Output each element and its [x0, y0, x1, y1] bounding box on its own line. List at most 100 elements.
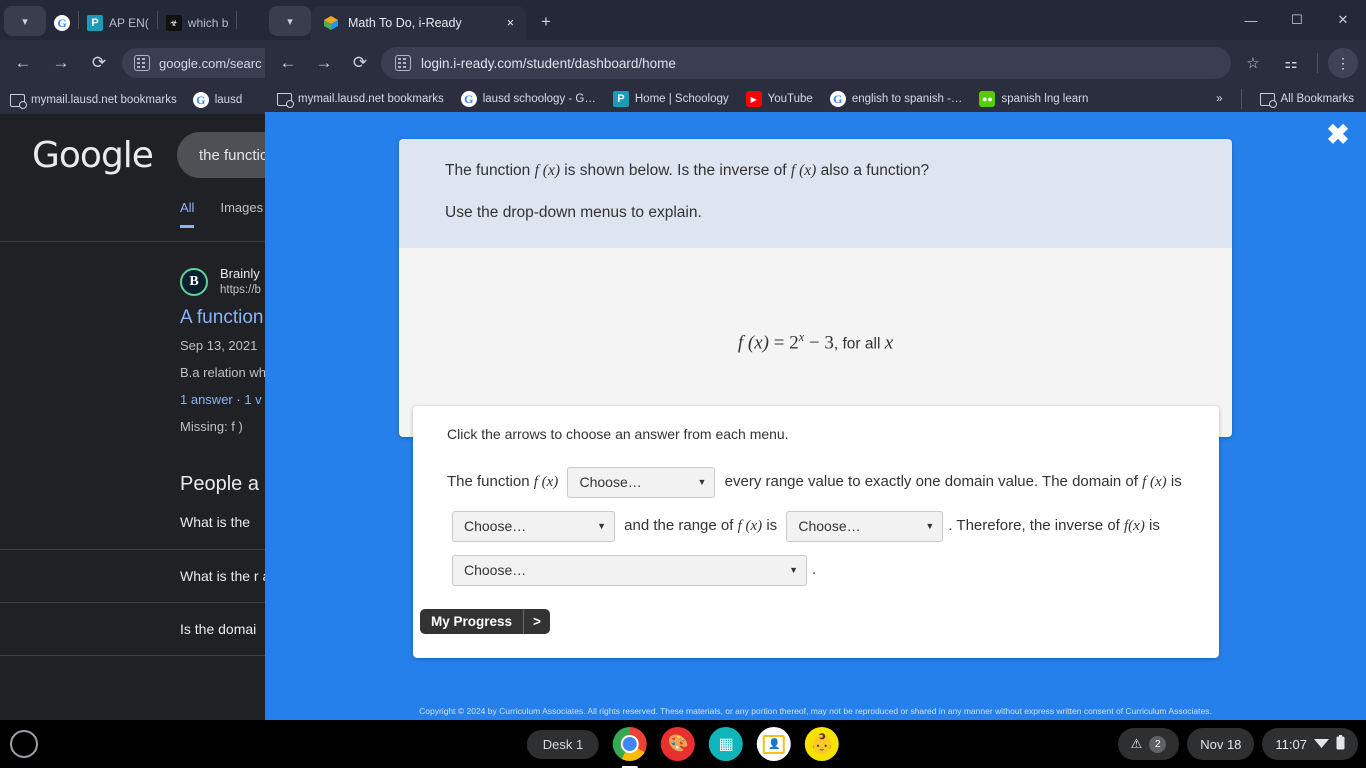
notification-status[interactable]: ⚠ 2: [1117, 728, 1180, 760]
foreground-browser-window[interactable]: ▾ Math To Do, i-Ready × + — ☐ ✕ ← → ⟳ lo…: [265, 0, 1366, 720]
brainly-icon: B: [180, 267, 208, 296]
answer-text-2: every range value to exactly one domain …: [720, 473, 1143, 490]
extensions-icon[interactable]: ⚏: [1275, 47, 1307, 79]
notification-count-badge: 2: [1149, 735, 1167, 753]
minimize-button[interactable]: —: [1228, 0, 1274, 40]
bookmark-mymail-label: mymail.lausd.net bookmarks: [298, 93, 444, 105]
dropdown-1[interactable]: Choose… ▼: [567, 466, 716, 498]
classroom-inner-icon: 👤: [763, 734, 786, 754]
my-progress-arrow-icon[interactable]: >: [523, 609, 550, 634]
maximize-button[interactable]: ☐: [1274, 0, 1320, 40]
forward-icon[interactable]: →: [309, 48, 339, 78]
fx-notation: f (x): [1142, 474, 1167, 490]
bookmark-youtube[interactable]: ▶ YouTube: [745, 91, 813, 107]
chrome-icon[interactable]: [613, 727, 648, 761]
tab-images[interactable]: Images: [220, 200, 263, 228]
answer-text-5: is: [762, 517, 782, 534]
result-site: Brainly https://b: [220, 266, 261, 298]
result-url: https://b: [220, 283, 261, 296]
formula-tail: , for all: [833, 335, 885, 353]
dropdown-2[interactable]: Choose… ▼: [452, 510, 615, 542]
chevron-down-icon: ▼: [789, 565, 798, 576]
bookmark-spanish-lng-learn-label: spanish lng learn: [1001, 93, 1089, 105]
paint-icon[interactable]: 🎨: [661, 727, 696, 761]
shelf-apps: Desk 1 🎨 ▦ 👤 👶: [526, 727, 840, 761]
background-tab-1[interactable]: [46, 6, 78, 40]
launcher-icon[interactable]: [10, 730, 38, 758]
back-icon[interactable]: ←: [8, 48, 38, 78]
question-text-1b: is shown below. Is the inverse of: [560, 162, 791, 179]
forward-icon[interactable]: →: [46, 48, 76, 78]
schoology-icon: P: [87, 15, 103, 31]
background-url-text: google.com/searc: [159, 55, 262, 71]
bookmark-lausd-label: lausd: [214, 94, 243, 106]
bookmark-mymail[interactable]: mymail.lausd.net bookmarks: [10, 93, 177, 109]
bookmark-lausd-schoology[interactable]: lausd schoology - G…: [460, 91, 596, 107]
bookmark-youtube-label: YouTube: [767, 93, 813, 105]
clock-label: 11:07: [1275, 736, 1307, 752]
result-site-name: Brainly: [220, 266, 260, 281]
schoology-icon: P: [612, 91, 629, 107]
chevron-down-icon: ▼: [597, 521, 606, 532]
tab-search-icon[interactable]: ▾: [4, 6, 46, 36]
site-info-icon[interactable]: [395, 55, 411, 71]
system-tray[interactable]: 11:07: [1262, 728, 1358, 760]
reload-icon[interactable]: ⟳: [345, 48, 375, 78]
tab-search-icon[interactable]: ▾: [269, 6, 311, 36]
dropdown-3[interactable]: Choose… ▼: [786, 510, 944, 542]
tab-all[interactable]: All: [180, 200, 195, 228]
answer-text-1: The function: [447, 473, 534, 490]
site-info-icon: [134, 55, 150, 71]
bookmark-lausd[interactable]: lausd: [192, 92, 243, 108]
dropdown-4[interactable]: Choose… ▼: [452, 554, 807, 586]
more-menu-icon[interactable]: ⋮: [1328, 48, 1358, 78]
dropdown-1-value: Choose…: [579, 474, 642, 491]
back-icon[interactable]: ←: [273, 48, 303, 78]
chevron-down-icon: ▼: [697, 477, 707, 488]
close-window-button[interactable]: ✕: [1320, 0, 1366, 40]
bookmark-star-icon[interactable]: ☆: [1237, 47, 1269, 79]
my-progress-button[interactable]: My Progress >: [420, 609, 550, 634]
answer-text-3: is: [1166, 473, 1182, 490]
new-tab-button[interactable]: +: [532, 8, 560, 36]
reload-icon[interactable]: ⟳: [84, 48, 114, 78]
address-bar[interactable]: login.i-ready.com/student/dashboard/home: [381, 47, 1231, 79]
answer-instruction: Click the arrows to choose an answer fro…: [447, 426, 789, 442]
avatar-icon[interactable]: 👶: [805, 727, 840, 761]
desk-switcher[interactable]: Desk 1: [526, 729, 600, 759]
bookmark-english-to-spanish[interactable]: english to spanish -…: [829, 91, 962, 107]
bookmark-mymail-label: mymail.lausd.net bookmarks: [31, 94, 177, 106]
result-answer-count[interactable]: 1 answer: [180, 392, 233, 407]
bookmark-spanish-lng-learn[interactable]: ●● spanish lng learn: [979, 91, 1088, 107]
bookmark-home-schoology[interactable]: P Home | Schoology: [612, 91, 729, 107]
dropdown-4-value: Choose…: [464, 562, 527, 579]
background-tab-3[interactable]: ☣ which b: [158, 6, 237, 40]
tab-math-to-do-iready[interactable]: Math To Do, i-Ready ×: [311, 6, 526, 40]
teal-app-icon[interactable]: ▦: [709, 727, 744, 761]
all-bookmarks-button[interactable]: All Bookmarks: [1259, 92, 1355, 108]
google-classroom-icon[interactable]: 👤: [757, 727, 792, 761]
formula-fx: f (x): [737, 332, 769, 354]
chromeos-shelf: Desk 1 🎨 ▦ 👤 👶 ⚠ 2 Nov 18 11:07: [0, 720, 1366, 768]
bookmark-mymail[interactable]: mymail.lausd.net bookmarks: [277, 92, 444, 108]
toolbar-divider: [1317, 53, 1318, 73]
background-tab-2[interactable]: P AP EN(: [79, 6, 157, 40]
my-progress-label: My Progress: [420, 609, 524, 634]
tab-close-icon[interactable]: ×: [507, 16, 514, 30]
bookmark-lausd-schoology-label: lausd schoology - G…: [482, 93, 596, 105]
close-icon[interactable]: ✖: [1322, 119, 1354, 151]
window-controls: — ☐ ✕: [1228, 0, 1366, 40]
wifi-icon: [1314, 737, 1329, 752]
chevron-down-icon: ▼: [925, 521, 935, 532]
date-status[interactable]: Nov 18: [1187, 728, 1255, 760]
formula-base: 2: [789, 332, 799, 354]
question-line-2: Use the drop-down menus to explain.: [445, 204, 702, 222]
google-icon: [829, 91, 846, 107]
bookmarks-overflow-icon[interactable]: »: [1216, 93, 1222, 105]
fx-notation: f (x): [790, 162, 817, 179]
dark-favicon-icon: ☣: [165, 15, 182, 31]
dropdown-3-value: Choose…: [798, 518, 861, 535]
bookmarks-divider: [1240, 89, 1242, 109]
formula-equals: =: [768, 332, 790, 354]
all-bookmarks-label: All Bookmarks: [1280, 93, 1355, 105]
